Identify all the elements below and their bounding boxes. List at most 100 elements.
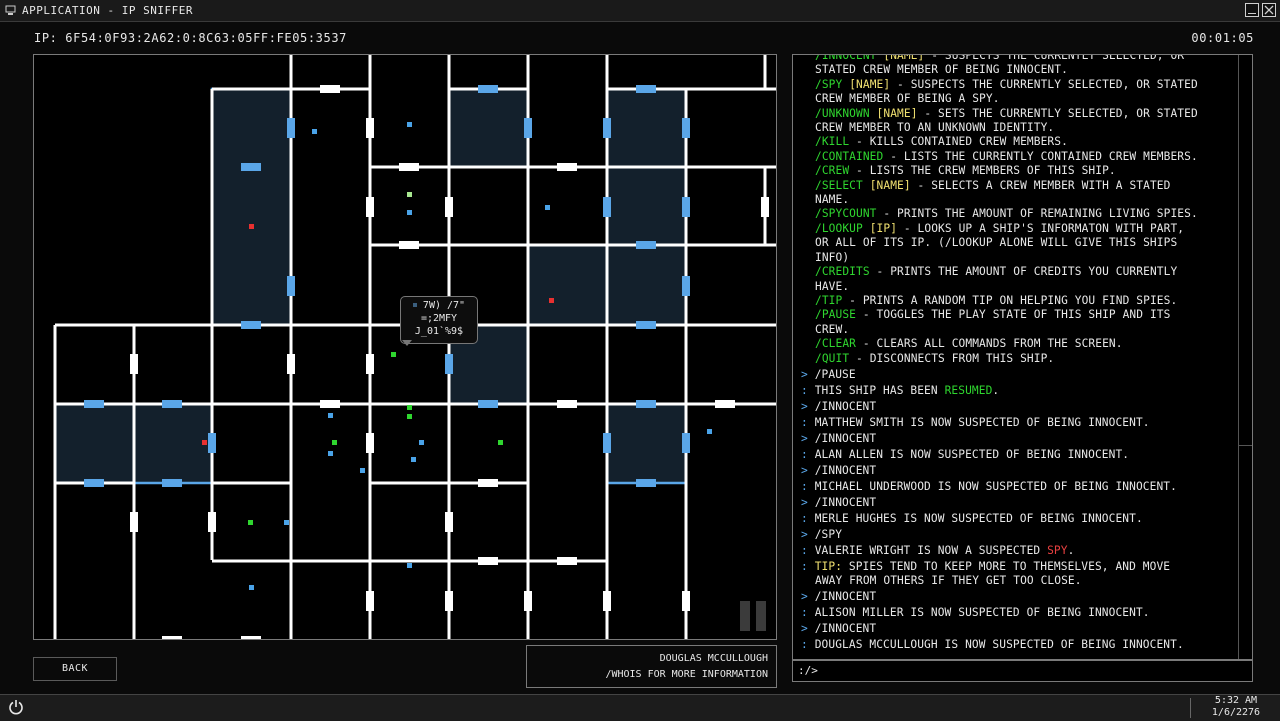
log-entry: > /INNOCENT	[801, 400, 1237, 414]
door[interactable]	[241, 636, 261, 640]
door[interactable]	[478, 557, 498, 565]
crew-color-icon	[412, 303, 417, 307]
crew-member[interactable]	[407, 405, 412, 410]
back-button[interactable]: BACK	[33, 657, 117, 681]
door[interactable]	[445, 512, 453, 532]
door[interactable]	[478, 85, 498, 93]
crew-member[interactable]	[202, 440, 207, 445]
door[interactable]	[636, 479, 656, 487]
door[interactable]	[399, 241, 419, 249]
door[interactable]	[208, 512, 216, 532]
door[interactable]	[636, 400, 656, 408]
door[interactable]	[241, 163, 261, 171]
door[interactable]	[761, 197, 769, 217]
crew-member[interactable]	[284, 520, 289, 525]
door[interactable]	[366, 118, 374, 138]
door[interactable]	[130, 354, 138, 374]
crew-member[interactable]	[411, 457, 416, 462]
crew-member[interactable]	[407, 210, 412, 215]
door[interactable]	[399, 163, 419, 171]
door[interactable]	[208, 433, 216, 453]
minimize-button[interactable]	[1245, 3, 1259, 17]
help-text: CREW MEMBER OF BEING A SPY.	[815, 92, 1000, 106]
console-output[interactable]: /INNOCENT [NAME] - SUSPECTS THE CURRENTL…	[792, 54, 1253, 660]
crew-member[interactable]	[407, 192, 412, 197]
door[interactable]	[682, 118, 690, 138]
crew-member[interactable]	[498, 440, 503, 445]
log-text: /INNOCENT	[814, 495, 877, 509]
close-button[interactable]	[1262, 3, 1276, 17]
crew-member[interactable]	[249, 224, 254, 229]
door[interactable]	[162, 400, 182, 408]
pause-icon[interactable]	[740, 601, 766, 631]
door[interactable]	[366, 591, 374, 611]
crew-member[interactable]	[407, 414, 412, 419]
crew-member[interactable]	[407, 122, 412, 127]
door[interactable]	[636, 321, 656, 329]
log-text: RESUMED	[944, 383, 993, 397]
crew-member[interactable]	[545, 205, 550, 210]
door[interactable]	[557, 400, 577, 408]
door[interactable]	[162, 636, 182, 640]
door[interactable]	[478, 479, 498, 487]
door[interactable]	[524, 591, 532, 611]
door[interactable]	[682, 591, 690, 611]
door[interactable]	[320, 400, 340, 408]
scrollbar-thumb[interactable]	[1239, 55, 1252, 446]
door[interactable]	[287, 118, 295, 138]
power-icon[interactable]	[8, 699, 24, 715]
door[interactable]	[636, 85, 656, 93]
log-text: .	[992, 383, 1000, 397]
crew-member[interactable]	[407, 563, 412, 568]
door[interactable]	[636, 241, 656, 249]
command-input[interactable]: :/>	[792, 660, 1253, 682]
crew-member[interactable]	[360, 468, 365, 473]
crew-member[interactable]	[249, 585, 254, 590]
room[interactable]	[605, 402, 688, 485]
door[interactable]	[603, 197, 611, 217]
door[interactable]	[320, 85, 340, 93]
door[interactable]	[366, 433, 374, 453]
door[interactable]	[162, 479, 182, 487]
door[interactable]	[478, 400, 498, 408]
door[interactable]	[682, 276, 690, 296]
room[interactable]	[210, 87, 293, 327]
door[interactable]	[603, 591, 611, 611]
door[interactable]	[557, 163, 577, 171]
log-text: MICHAEL UNDERWOOD IS NOW SUSPECTED OF BE…	[814, 479, 1177, 493]
door[interactable]	[603, 433, 611, 453]
door[interactable]	[366, 354, 374, 374]
log-line: > /SPY	[801, 528, 1237, 542]
crew-member[interactable]	[328, 413, 333, 418]
door[interactable]	[287, 276, 295, 296]
taskbar-divider	[1190, 698, 1191, 718]
console-scrollbar[interactable]	[1238, 55, 1252, 659]
door[interactable]	[130, 512, 138, 532]
crew-member[interactable]	[419, 440, 424, 445]
door[interactable]	[524, 118, 532, 138]
door[interactable]	[366, 197, 374, 217]
ship-map[interactable]	[33, 54, 777, 640]
door[interactable]	[682, 197, 690, 217]
door[interactable]	[287, 354, 295, 374]
door[interactable]	[445, 591, 453, 611]
room[interactable]	[447, 87, 530, 169]
door[interactable]	[445, 197, 453, 217]
crew-member[interactable]	[328, 451, 333, 456]
crew-member[interactable]	[549, 298, 554, 303]
door[interactable]	[603, 118, 611, 138]
crew-member[interactable]	[248, 520, 253, 525]
crew-member[interactable]	[707, 429, 712, 434]
door[interactable]	[557, 557, 577, 565]
crew-member[interactable]	[332, 440, 337, 445]
door[interactable]	[682, 433, 690, 453]
help-command: /SELECT	[815, 178, 863, 192]
ship-floorplan[interactable]	[34, 55, 777, 640]
door[interactable]	[84, 479, 104, 487]
door[interactable]	[715, 400, 735, 408]
crew-member[interactable]	[312, 129, 317, 134]
door[interactable]	[84, 400, 104, 408]
door[interactable]	[445, 354, 453, 374]
door[interactable]	[241, 321, 261, 329]
crew-member[interactable]	[391, 352, 396, 357]
